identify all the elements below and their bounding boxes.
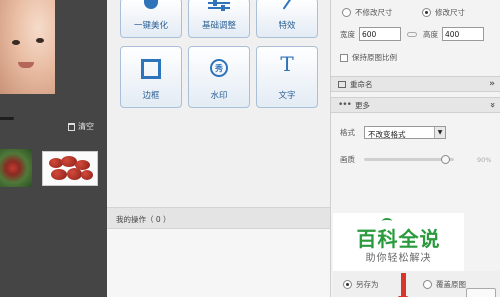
size-option-keep[interactable]: 不修改尺寸 — [342, 7, 393, 18]
quality-slider[interactable] — [364, 155, 454, 164]
image-thumbnail[interactable] — [42, 151, 98, 186]
link-ratio-icon[interactable] — [407, 31, 417, 37]
format-row: 格式 不改变格式 ▼ — [340, 126, 446, 139]
clear-label: 清空 — [78, 122, 94, 131]
width-label: 宽度 — [340, 29, 355, 39]
radio-button[interactable] — [423, 280, 432, 289]
format-label: 格式 — [340, 128, 355, 137]
rename-label: 重命名 — [350, 79, 373, 89]
text-icon: T — [280, 52, 294, 76]
tool-label: 水印 — [210, 91, 228, 101]
browse-button[interactable] — [466, 288, 496, 297]
quality-label: 画质 — [340, 155, 355, 164]
tool-label: 一键美化 — [133, 21, 168, 31]
overwrite-label: 覆盖原图 — [436, 280, 466, 289]
save-as-label: 另存为 — [356, 280, 379, 289]
tool-label: 文字 — [278, 91, 296, 101]
my-operations-header: 我的操作（ 0 ） — [107, 207, 330, 229]
save-as-option[interactable]: 另存为 — [343, 279, 379, 290]
sliders-icon — [208, 0, 230, 11]
tool-frame-button[interactable]: 边框 — [120, 46, 182, 108]
magic-wand-icon — [282, 0, 292, 10]
history-panel: 清空 — [0, 0, 107, 297]
tool-label: 基础调整 — [201, 21, 236, 31]
tool-effects-button[interactable]: 特效 — [256, 0, 318, 38]
radio-button[interactable] — [422, 8, 431, 17]
clear-history-button[interactable]: 清空 — [68, 121, 94, 132]
watermark-title: 百科全说 — [356, 227, 441, 251]
more-label: 更多 — [354, 100, 370, 110]
tool-one-click-beautify-button[interactable]: 一键美化 — [120, 0, 182, 38]
checkbox[interactable] — [340, 53, 348, 62]
slider-knob[interactable] — [440, 155, 450, 164]
image-icon — [338, 80, 346, 88]
more-icon: ••• — [338, 100, 352, 110]
chevron-down-icon: » — [487, 102, 498, 108]
my-operations-label: 我的操作（ 0 ） — [116, 215, 171, 224]
width-field[interactable]: 600 — [359, 27, 401, 41]
radio-button[interactable] — [343, 280, 352, 289]
dropdown-arrow-icon[interactable]: ▼ — [434, 127, 445, 138]
seal-icon: 秀 — [210, 59, 228, 77]
quality-row: 画质 90% — [340, 154, 491, 165]
keep-ratio-label: 保持原图比例 — [352, 53, 397, 62]
quality-value: 90% — [477, 155, 492, 164]
watermark-overlay: 百科全说 助你轻松解决 — [333, 213, 464, 271]
arrow-down-icon — [398, 273, 408, 297]
size-option-modify-label: 修改尺寸 — [435, 8, 465, 17]
format-value: 不改变格式 — [368, 130, 406, 139]
tools-panel: 一键美化 基础调整 特效 边框 秀 水印 T 文字 我的操作（ 0 ） — [107, 0, 330, 297]
tool-label: 特效 — [278, 21, 296, 31]
height-label: 高度 — [423, 29, 438, 39]
height-field[interactable]: 400 — [442, 27, 484, 41]
trash-icon — [68, 122, 75, 131]
radio-button[interactable] — [342, 8, 351, 17]
current-photo-preview — [0, 0, 55, 94]
tool-text-button[interactable]: T 文字 — [256, 46, 318, 108]
tool-label: 边框 — [142, 91, 160, 101]
overwrite-option[interactable]: 覆盖原图 — [423, 279, 466, 290]
format-select[interactable]: 不改变格式 ▼ — [364, 126, 446, 139]
size-fields: 宽度 600 高度 400 — [340, 27, 484, 41]
chevron-right-icon: » — [489, 79, 495, 89]
flower-icon — [144, 0, 158, 9]
image-thumbnail[interactable] — [0, 149, 32, 187]
frame-icon — [141, 59, 161, 79]
scrollbar-handle[interactable] — [0, 117, 14, 120]
size-option-modify[interactable]: 修改尺寸 — [422, 7, 465, 18]
watermark-subtitle: 助你轻松解决 — [365, 253, 432, 264]
keep-ratio-checkbox[interactable]: 保持原图比例 — [340, 52, 397, 63]
more-section-header[interactable]: ••• 更多 » — [331, 97, 500, 113]
tool-basic-adjust-button[interactable]: 基础调整 — [188, 0, 250, 38]
rename-section-header[interactable]: 重命名 » — [331, 76, 500, 92]
size-option-keep-label: 不修改尺寸 — [355, 8, 393, 17]
tool-watermark-button[interactable]: 秀 水印 — [188, 46, 250, 108]
my-operations-list — [107, 229, 330, 297]
